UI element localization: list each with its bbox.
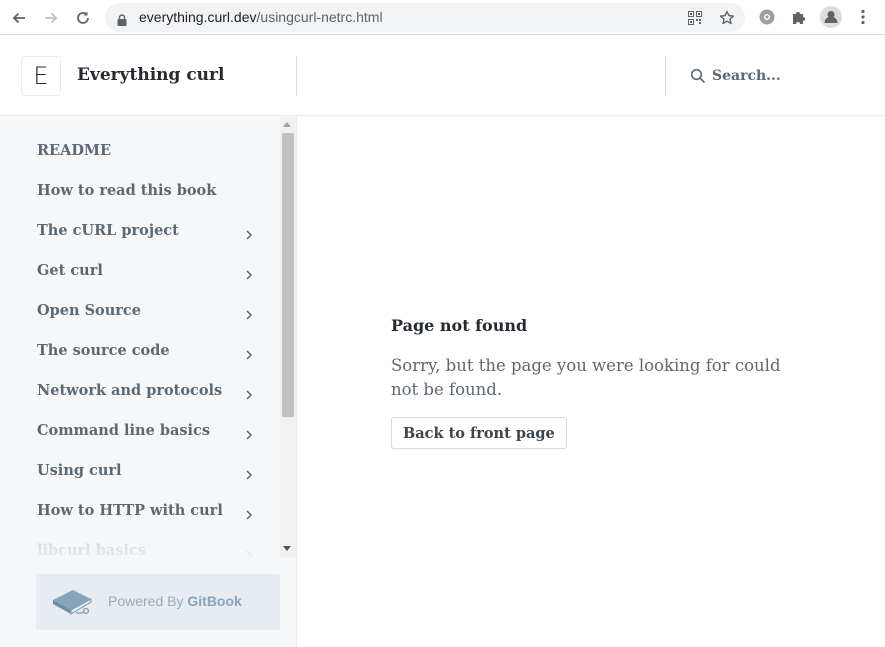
chevron-right-icon[interactable] bbox=[245, 426, 253, 445]
header-divider bbox=[296, 56, 297, 96]
sidebar-item-how-to-read[interactable]: How to read this book bbox=[0, 172, 280, 212]
chevron-right-icon[interactable] bbox=[245, 506, 253, 525]
powered-by-text: Powered By GitBook bbox=[108, 593, 242, 609]
chevron-right-icon[interactable] bbox=[245, 226, 253, 245]
chevron-right-icon[interactable] bbox=[245, 546, 253, 557]
site-title[interactable]: Everything curl bbox=[77, 65, 224, 85]
lock-icon bbox=[117, 11, 127, 30]
chevron-right-icon[interactable] bbox=[245, 266, 253, 285]
chevron-right-icon[interactable] bbox=[245, 306, 253, 325]
site-header: E Everything curl bbox=[0, 36, 885, 116]
page-title: Page not found bbox=[391, 316, 528, 335]
sidebar-item-http-with-curl[interactable]: How to HTTP with curl bbox=[0, 492, 280, 532]
sidebar-item-label: README bbox=[37, 142, 112, 159]
qr-code-icon[interactable] bbox=[685, 8, 705, 28]
sidebar-item-label: How to read this book bbox=[37, 182, 217, 199]
scroll-down-arrow-icon[interactable] bbox=[283, 546, 291, 551]
back-arrow-icon[interactable] bbox=[7, 6, 31, 30]
sidebar-item-readme[interactable]: README bbox=[0, 132, 280, 172]
sidebar-item-network-protocols[interactable]: Network and protocols bbox=[0, 372, 280, 412]
gitbook-logo-icon bbox=[51, 586, 93, 622]
search-input[interactable] bbox=[712, 65, 872, 87]
sidebar-item-open-source[interactable]: Open Source bbox=[0, 292, 280, 332]
extension-gear-icon[interactable] bbox=[755, 5, 779, 29]
header-divider bbox=[665, 56, 666, 96]
sidebar-item-label: How to HTTP with curl bbox=[37, 502, 223, 519]
sidebar-item-label: The cURL project bbox=[37, 222, 179, 239]
scroll-up-arrow-icon[interactable] bbox=[283, 122, 291, 127]
sidebar-item-label: Open Source bbox=[37, 302, 141, 319]
sidebar-scrollbar[interactable] bbox=[280, 117, 296, 557]
chevron-right-icon[interactable] bbox=[245, 346, 253, 365]
scrollbar-thumb[interactable] bbox=[282, 133, 294, 417]
browser-toolbar: everything.curl.dev/usingcurl-netrc.html bbox=[0, 0, 885, 35]
sidebar-item-curl-project[interactable]: The cURL project bbox=[0, 212, 280, 252]
sidebar-item-label: Command line basics bbox=[37, 422, 211, 439]
sidebar-item-label: Network and protocols bbox=[37, 382, 223, 399]
sidebar: README How to read this book The cURL pr… bbox=[0, 117, 297, 647]
chevron-right-icon[interactable] bbox=[245, 386, 253, 405]
profile-avatar-icon[interactable] bbox=[819, 5, 843, 29]
sidebar-item-source-code[interactable]: The source code bbox=[0, 332, 280, 372]
chevron-right-icon[interactable] bbox=[245, 466, 253, 485]
address-bar[interactable]: everything.curl.dev/usingcurl-netrc.html bbox=[105, 3, 745, 32]
not-found-message: Sorry, but the page you were looking for… bbox=[391, 356, 781, 399]
sidebar-nav: README How to read this book The cURL pr… bbox=[0, 117, 280, 557]
back-to-front-page-button[interactable]: Back to front page bbox=[391, 417, 567, 449]
extensions-puzzle-icon[interactable] bbox=[787, 5, 811, 29]
reload-icon[interactable] bbox=[71, 6, 95, 30]
bookmark-star-icon[interactable] bbox=[717, 8, 737, 28]
sidebar-item-label: Using curl bbox=[37, 462, 122, 479]
main-content: Page not found Sorry, but the page you w… bbox=[298, 117, 885, 647]
site-logo[interactable]: E bbox=[21, 56, 61, 96]
url-text: everything.curl.dev/usingcurl-netrc.html bbox=[139, 9, 383, 25]
sidebar-item-label: Get curl bbox=[37, 262, 103, 279]
powered-by-gitbook[interactable]: Powered By GitBook bbox=[36, 574, 280, 630]
sidebar-item-libcurl-basics[interactable]: libcurl basics bbox=[0, 532, 280, 557]
sidebar-item-command-line-basics[interactable]: Command line basics bbox=[0, 412, 280, 452]
sidebar-item-label: The source code bbox=[37, 342, 170, 359]
search-icon bbox=[690, 68, 706, 88]
sidebar-item-get-curl[interactable]: Get curl bbox=[0, 252, 280, 292]
sidebar-item-using-curl[interactable]: Using curl bbox=[0, 452, 280, 492]
browser-menu-icon[interactable] bbox=[851, 5, 875, 29]
forward-arrow-icon[interactable] bbox=[39, 6, 63, 30]
sidebar-item-label: libcurl basics bbox=[37, 542, 146, 557]
